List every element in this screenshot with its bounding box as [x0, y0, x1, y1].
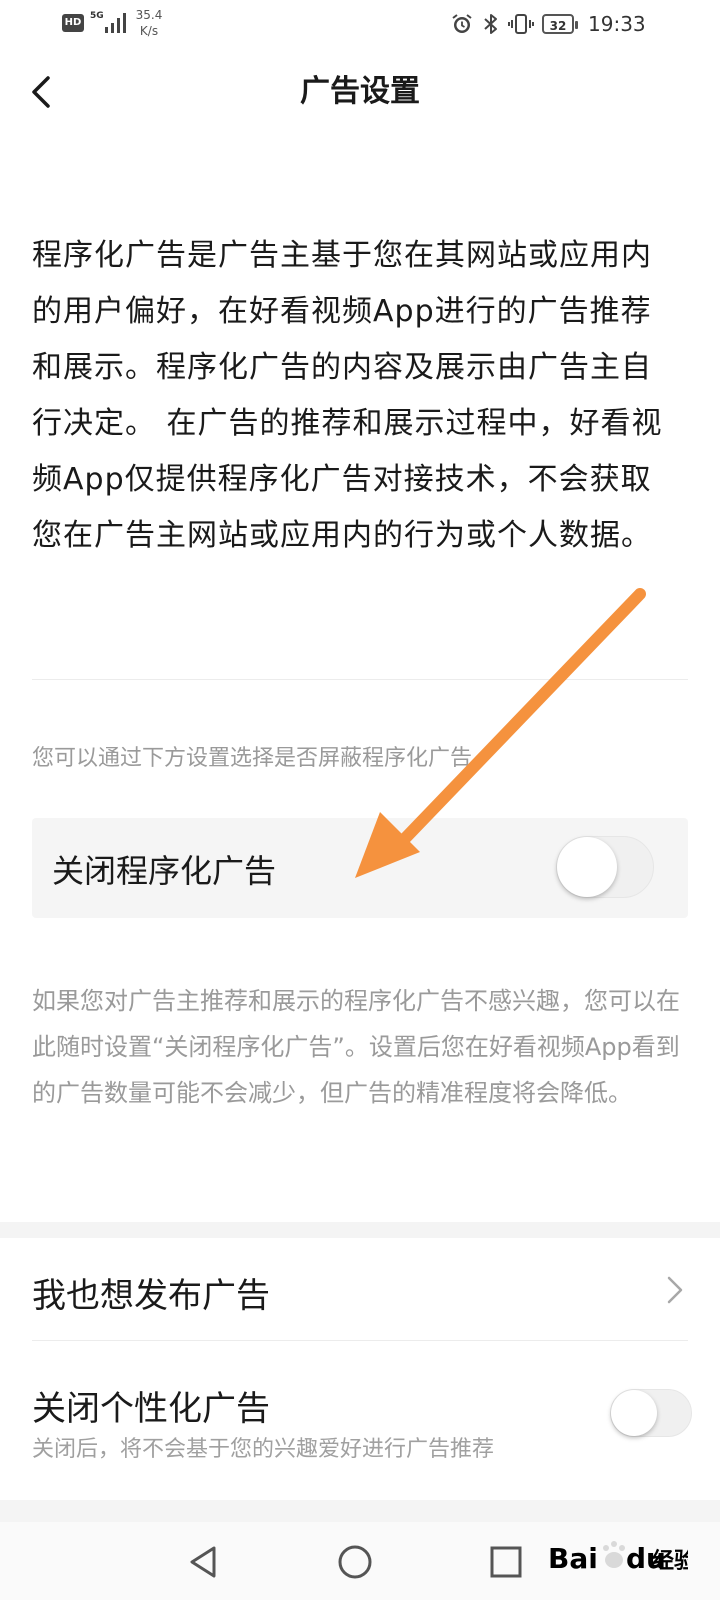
recents-square-icon[interactable]	[484, 1540, 528, 1584]
toggle-knob	[557, 837, 617, 897]
status-bar: HD 5G 35.4 K/s 32 19:33	[0, 0, 720, 50]
programmatic-ad-row[interactable]: 关闭程序化广告	[32, 818, 688, 918]
hd-icon: HD	[62, 14, 84, 32]
programmatic-ad-toggle[interactable]	[556, 836, 654, 898]
personalized-ad-row[interactable]: 关闭个性化广告 关闭后，将不会基于您的兴趣爱好进行广告推荐	[0, 1341, 720, 1501]
programmatic-ad-label: 关闭程序化广告	[52, 852, 277, 890]
intro-paragraph: 程序化广告是广告主基于您在其网站或应用内的用户偏好，在好看视频App进行的广告推…	[32, 238, 663, 553]
publish-ad-label: 我也想发布广告	[32, 1276, 270, 1316]
programmatic-ad-description: 如果您对广告主推荐和展示的程序化广告不感兴趣，您可以在此随时设置“关闭程序化广告…	[32, 987, 680, 1107]
speed-value: 35.4	[135, 8, 163, 22]
divider	[32, 679, 688, 680]
settings-hint: 您可以通过下方设置选择是否屏蔽程序化广告。	[32, 746, 495, 771]
personalized-ad-toggle[interactable]	[610, 1389, 692, 1437]
page-title: 广告设置	[300, 74, 420, 109]
svg-text:经验: 经验	[652, 1548, 688, 1574]
toggle-knob	[611, 1390, 657, 1436]
bottom-separator	[0, 1500, 720, 1522]
battery-icon: 32	[542, 14, 578, 34]
chevron-right-icon	[667, 1276, 683, 1304]
section-separator	[0, 1222, 720, 1238]
vibrate-icon	[508, 14, 534, 34]
alarm-icon	[452, 14, 472, 33]
svg-text:Bai: Bai	[548, 1542, 598, 1575]
publish-ad-row[interactable]: 我也想发布广告	[0, 1238, 720, 1340]
speed-unit: K/s	[139, 24, 159, 38]
baidu-paw-logo: Bai du 经验	[548, 1541, 696, 1575]
personalized-ad-label: 关闭个性化广告	[32, 1389, 270, 1429]
network-speed: 35.4 K/s	[134, 7, 164, 39]
arrow-shaft	[386, 588, 646, 858]
bluetooth-icon	[484, 14, 497, 34]
clock: 19:33	[588, 12, 646, 36]
baidu-watermark: Bai du 经验	[548, 1530, 696, 1586]
app-header: 广告设置	[0, 50, 720, 134]
signal-icon	[105, 13, 126, 33]
network-type-icon: 5G	[90, 11, 104, 21]
status-right: 32 19:33	[450, 10, 646, 38]
back-triangle-icon[interactable]	[182, 1540, 226, 1584]
personalized-ad-sublabel: 关闭后，将不会基于您的兴趣爱好进行广告推荐	[32, 1437, 495, 1462]
home-circle-icon[interactable]	[333, 1540, 377, 1584]
